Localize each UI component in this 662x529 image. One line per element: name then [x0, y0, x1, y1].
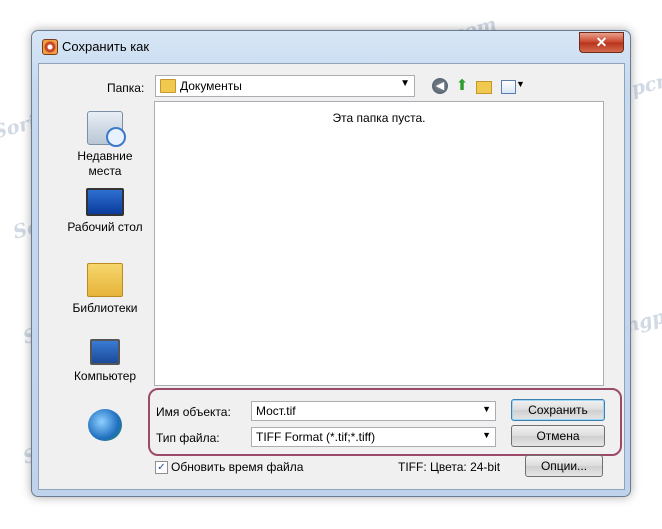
views-menu-icon[interactable] — [501, 80, 516, 94]
chevron-down-icon[interactable]: ▼ — [400, 78, 410, 89]
chevron-down-icon[interactable]: ▼ — [482, 430, 491, 440]
recent-places-icon — [87, 111, 126, 147]
options-button[interactable]: Опции... — [525, 455, 603, 477]
place-network[interactable] — [66, 409, 144, 445]
file-list[interactable]: Эта папка пуста. — [154, 101, 604, 386]
place-libraries[interactable]: Библиотеки — [66, 263, 144, 316]
new-folder-icon[interactable] — [476, 81, 492, 94]
filetype-value: TIFF Format (*.tif;*.tiff) — [256, 430, 376, 444]
place-label: Недавние места — [77, 149, 133, 178]
computer-icon — [90, 339, 120, 365]
empty-folder-message: Эта папка пуста. — [332, 111, 426, 125]
filename-label: Имя объекта: — [156, 405, 231, 419]
cancel-button[interactable]: Отмена — [511, 425, 605, 447]
filetype-dropdown[interactable]: TIFF Format (*.tif;*.tiff) ▼ — [251, 427, 496, 447]
back-icon[interactable]: ◀ — [432, 78, 448, 94]
update-time-label: Обновить время файла — [171, 460, 304, 474]
window-title: Сохранить как — [62, 39, 150, 54]
filename-value: Мост.tif — [256, 404, 296, 418]
place-label: Библиотеки — [72, 301, 138, 315]
place-recent[interactable]: Недавние места — [66, 111, 144, 179]
chevron-down-icon[interactable]: ▼ — [482, 404, 491, 414]
place-label: Рабочий стол — [67, 220, 143, 234]
place-desktop[interactable]: Рабочий стол — [66, 188, 144, 235]
folder-dropdown-value: Документы — [180, 79, 242, 93]
place-computer[interactable]: Компьютер — [66, 339, 144, 384]
save-as-dialog: Сохранить как ✕ Папка: Документы ▼ ◀ ⬆ ▼… — [31, 30, 631, 497]
update-time-checkbox[interactable]: ✓ — [155, 461, 168, 474]
close-button[interactable]: ✕ — [579, 32, 624, 53]
libraries-icon — [87, 263, 123, 297]
folder-dropdown[interactable]: Документы ▼ — [155, 75, 415, 97]
filetype-label: Тип файла: — [156, 431, 220, 445]
folder-label: Папка: — [107, 81, 145, 95]
up-folder-icon[interactable]: ⬆ — [454, 78, 470, 94]
desktop-icon — [86, 188, 124, 216]
network-icon — [88, 409, 122, 441]
views-chevron-icon[interactable]: ▼ — [516, 79, 525, 89]
filename-input[interactable]: Мост.tif ▼ — [251, 401, 496, 421]
app-icon — [42, 39, 58, 55]
save-button[interactable]: Сохранить — [511, 399, 605, 421]
place-label: Компьютер — [73, 369, 137, 383]
tiff-info-text: TIFF: Цвета: 24-bit — [398, 460, 501, 474]
folder-icon — [160, 79, 176, 93]
